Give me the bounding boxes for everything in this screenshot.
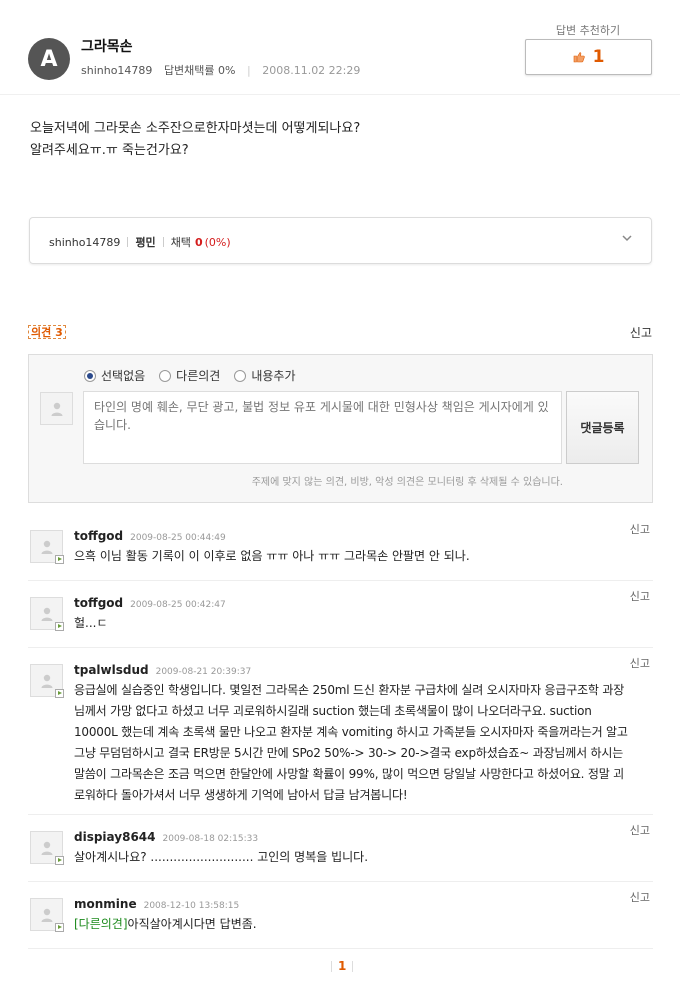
recommend-count: 1 bbox=[592, 47, 605, 67]
profile-adopt-pct: (0%) bbox=[204, 235, 231, 249]
page-number-current[interactable]: 1 bbox=[338, 959, 346, 973]
question-line: 알려주세요ㅠ.ㅠ 죽는건가요? bbox=[30, 143, 189, 158]
comment-report-link[interactable]: 신고 bbox=[630, 655, 650, 671]
question-header: A 그라목손 shinho14789 답변채택률 0% | 2008.11.02… bbox=[0, 0, 680, 95]
comment-author[interactable]: dispiay8644 bbox=[74, 830, 156, 844]
comment-date: 2009-08-21 20:39:37 bbox=[155, 667, 252, 677]
play-icon[interactable] bbox=[55, 689, 64, 698]
user-icon bbox=[41, 674, 53, 688]
divider bbox=[331, 960, 332, 972]
divider: | bbox=[246, 64, 251, 77]
comment-author[interactable]: toffgod bbox=[74, 529, 123, 543]
user-icon bbox=[41, 540, 53, 554]
radio-add-content[interactable]: 내용추가 bbox=[234, 367, 296, 384]
chevron-down-icon[interactable] bbox=[621, 232, 633, 244]
user-icon bbox=[41, 841, 53, 855]
commenter-avatar[interactable] bbox=[30, 831, 64, 865]
play-icon[interactable] bbox=[55, 856, 64, 865]
comment-date: 2009-08-25 00:44:49 bbox=[130, 533, 226, 543]
comment-report-link[interactable]: 신고 bbox=[630, 889, 650, 905]
radio-label: 내용추가 bbox=[251, 369, 296, 383]
divider bbox=[127, 237, 129, 247]
author-avatar[interactable]: A bbox=[28, 38, 70, 80]
adopt-rate: 답변채택률 0% bbox=[163, 64, 236, 77]
radio-none[interactable]: 선택없음 bbox=[84, 367, 145, 384]
comment-report-link[interactable]: 신고 bbox=[630, 822, 650, 838]
question-date: 2008.11.02 22:29 bbox=[262, 64, 361, 77]
moderation-notice: 주제에 맞지 않는 의견, 비방, 악성 의견은 모니터링 후 삭제될 수 있습… bbox=[251, 477, 563, 488]
comment-date: 2009-08-25 00:42:47 bbox=[130, 600, 226, 610]
comment-text: 으흑 이님 활동 기록이 이 이후로 없음 ㅠㅠ 아나 ㅠㅠ 그라목손 안팔면 … bbox=[74, 549, 470, 563]
profile-rank: 평민 bbox=[135, 236, 156, 249]
divider bbox=[352, 960, 354, 972]
thumbs-up-icon bbox=[573, 52, 585, 63]
divider bbox=[162, 237, 164, 247]
comment-text: 헐...ㄷ bbox=[74, 616, 108, 630]
radio-label: 다른의견 bbox=[176, 369, 221, 383]
pagination: 1 bbox=[331, 959, 354, 973]
comment-submit-button[interactable]: 댓글등록 bbox=[566, 391, 639, 464]
comment-author[interactable]: toffgod bbox=[74, 596, 123, 610]
comment-item: monmine 2008-12-10 13:58:15 신고 [다른의견]아직살아… bbox=[28, 891, 653, 949]
comment-text: 살아계시나요? ........................... 고인의 … bbox=[74, 850, 369, 864]
radio-label: 선택없음 bbox=[101, 369, 146, 383]
comment-input[interactable] bbox=[83, 391, 562, 464]
report-link[interactable]: 신고 bbox=[630, 324, 652, 341]
comment-write-box: 선택없음 다른의견 내용추가 댓글등록 주제에 맞지 않는 의견, 비방, 악성… bbox=[28, 354, 653, 503]
profile-adopt-count: 0 bbox=[194, 235, 203, 249]
radio-different-opinion[interactable]: 다른의견 bbox=[159, 367, 220, 384]
comment-author[interactable]: tpalwlsdud bbox=[74, 663, 149, 677]
author-name[interactable]: shinho14789 bbox=[81, 64, 152, 77]
profile-username[interactable]: shinho14789 bbox=[49, 236, 120, 249]
opinion-tag: [다른의견] bbox=[74, 917, 128, 931]
comment-report-link[interactable]: 신고 bbox=[630, 588, 650, 604]
question-line: 오늘저녁에 그라못손 소주잔으로한자마셧는데 어떻게되나요? bbox=[30, 121, 361, 136]
comment-author[interactable]: monmine bbox=[74, 897, 137, 911]
opinion-type-radios: 선택없음 다른의견 내용추가 bbox=[84, 367, 296, 384]
radio-icon[interactable] bbox=[234, 369, 247, 382]
recommend-label: 답변 추천하기 bbox=[555, 24, 621, 37]
user-icon bbox=[41, 607, 53, 621]
comment-date: 2009-08-18 02:15:33 bbox=[162, 834, 259, 844]
question-title: 그라목손 bbox=[81, 39, 133, 55]
user-icon bbox=[41, 908, 53, 922]
comment-item: toffgod 2009-08-25 00:42:47 신고 헐...ㄷ bbox=[28, 590, 653, 648]
commenter-avatar[interactable] bbox=[30, 530, 64, 564]
comment-date: 2008-12-10 13:58:15 bbox=[143, 901, 240, 911]
commenter-avatar[interactable] bbox=[30, 597, 64, 631]
play-icon[interactable] bbox=[55, 555, 64, 564]
comment-text: [다른의견]아직살아계시다면 답변좀. bbox=[74, 914, 632, 935]
user-icon bbox=[51, 402, 63, 416]
avatar-letter: A bbox=[40, 46, 58, 72]
comment-item: toffgod 2009-08-25 00:44:49 신고 으흑 이님 활동 기… bbox=[28, 523, 653, 581]
comment-report-link[interactable]: 신고 bbox=[630, 521, 650, 537]
question-meta: shinho14789 답변채택률 0% | 2008.11.02 22:29 bbox=[81, 62, 360, 78]
commenter-avatar bbox=[40, 392, 73, 425]
play-icon[interactable] bbox=[55, 622, 64, 631]
radio-selected-icon[interactable] bbox=[84, 369, 96, 382]
author-profile-box[interactable]: shinho14789 평민 채택 0 (0%) bbox=[29, 217, 652, 264]
play-icon[interactable] bbox=[55, 923, 64, 932]
comment-text-content: 아직살아계시다면 답변좀. bbox=[127, 917, 257, 931]
comment-item: tpalwlsdud 2009-08-21 20:39:37 신고 응급실에 실습… bbox=[28, 657, 653, 815]
commenter-avatar[interactable] bbox=[30, 898, 64, 932]
profile-adopt-label: 채택 bbox=[170, 236, 191, 249]
comment-text: 응급실에 실습중인 학생입니다. 몇일전 그라목손 250ml 드신 환자분 구… bbox=[74, 683, 628, 802]
commenter-avatar[interactable] bbox=[30, 664, 64, 698]
radio-icon[interactable] bbox=[159, 369, 172, 382]
opinion-section-title: 의견 3 bbox=[28, 325, 66, 339]
question-body: 오늘저녁에 그라못손 소주잔으로한자마셧는데 어떻게되나요? 알려주세요ㅠ.ㅠ … bbox=[30, 118, 650, 162]
comment-item: dispiay8644 2009-08-18 02:15:33 신고 살아계시나요… bbox=[28, 824, 653, 882]
recommend-button[interactable]: 1 bbox=[525, 39, 652, 75]
